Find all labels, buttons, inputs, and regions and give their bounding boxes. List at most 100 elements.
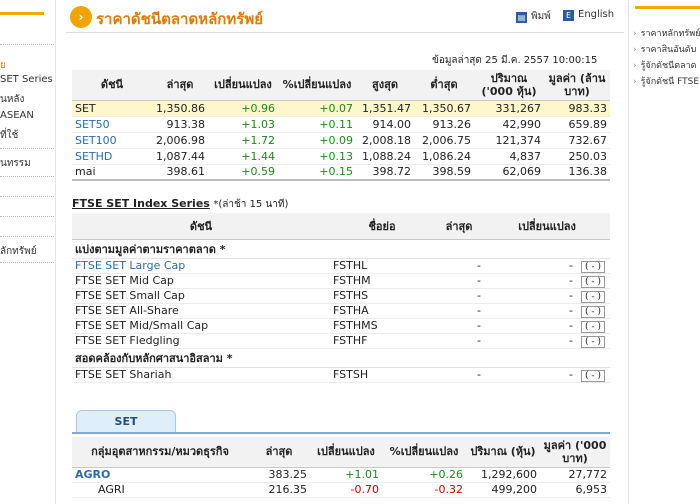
ftse-row: FTSE SET Small Cap FSTHS - -( - ) [72,288,611,304]
category-row: สอดคล้องกับหลักศาสนาอิสลาม * [72,348,611,368]
arrow-right-icon: › [633,45,637,55]
index-value: 732.67 [544,132,610,149]
index-change: +0.59 [208,164,278,181]
index-row: SETHD 1,087.44 +1.44 +0.13 1,088.24 1,086.24 4… [72,148,610,165]
index-name: SET [72,100,152,117]
sidebar-divider [0,148,54,149]
ftse-change: - [484,258,576,274]
right-link-label: ราคาสินอันดับ [640,45,697,55]
ftse-symbol: FSTHS [330,288,434,304]
index-high: 1,351.47 [356,100,414,117]
sidebar-item-0[interactable]: ย [0,58,6,73]
index-name[interactable]: SET50 [72,116,152,133]
print-button[interactable]: ▤ พิมพ์ [516,9,551,24]
col-header: มูลค่า (ล้านบาท) [544,70,610,101]
ftse-pct-change: ( - ) [581,335,605,348]
sector-pct-change: +0.26 [382,467,466,483]
index-name: mai [72,164,152,181]
col-header: ดัชนี [72,70,152,101]
arrow-right-icon: › [633,77,637,87]
page-title: ราคาดัชนีตลาดหลักทรัพย์ [96,10,263,28]
col-header: ชื่อย่อ [330,213,434,240]
ftse-pct-cell: ( - ) [576,333,611,349]
index-low: 1,086.24 [414,148,474,165]
sidebar-item-2[interactable]: นหลัง [0,92,24,107]
sidebar-item-3[interactable]: ASEAN [0,110,34,121]
index-high: 1,088.24 [356,148,414,165]
ftse-title-link[interactable]: FTSE SET Index Series [72,197,210,210]
sidebar-divider [0,262,54,263]
category-row: แบ่งตามมูลค่าตามราคาตลาด * [72,239,611,259]
ftse-index-name[interactable]: FTSE SET Mid Cap [72,273,330,289]
col-header: เปลี่ยนแปลง [208,70,278,101]
index-pct-change: +0.07 [278,100,356,117]
ftse-index-name[interactable]: FTSE SET Small Cap [72,288,330,304]
index-row: mai 398.61 +0.59 +0.15 398.72 398.59 62,069 136… [72,164,610,181]
tab-set[interactable]: SET [76,410,176,432]
index-change: +1.44 [208,148,278,165]
sidebar-item-6[interactable]: ลักทรัพย์ [0,244,37,259]
ftse-row: FTSE SET All-Share FSTHA - -( - ) [72,303,611,319]
sidebar-item-1[interactable]: SET Series [0,74,53,85]
ftse-row: FTSE SET Shariah FSTSH - -( - ) [72,367,611,383]
right-link-2[interactable]: › รู้จักดัชนีตลาด [633,58,697,72]
sidebar-item-5[interactable]: นทรรม [0,156,31,171]
ftse-index-name[interactable]: FTSE SET All-Share [72,303,330,319]
sector-value: 27,772 [540,467,610,483]
ftse-row: FTSE SET Large Cap FSTHL - -( - ) [72,258,611,274]
right-link-1[interactable]: › ราคาสินอันดับ [633,42,696,56]
index-volume: 42,990 [474,116,544,133]
sector-pct-change: -0.32 [382,482,466,498]
ftse-symbol: FSTHL [330,258,434,274]
index-last: 1,087.44 [152,148,208,165]
col-header: ล่าสุด [434,213,484,240]
sector-name[interactable]: AGRO [72,467,248,483]
index-name[interactable]: SETHD [72,148,152,165]
index-value: 136.38 [544,164,610,181]
index-volume: 121,374 [474,132,544,149]
index-low: 398.59 [414,164,474,181]
right-link-3[interactable]: › รู้จักดัชนี FTSE [633,74,699,88]
col-header: %เปลี่ยนแปลง [278,70,356,101]
index-name[interactable]: SET100 [72,132,152,149]
ftse-pct-cell: ( - ) [576,318,611,334]
sidebar-item-4[interactable]: ที่ใช้ [0,128,18,143]
index-change: +0.96 [208,100,278,117]
ftse-index-name[interactable]: FTSE SET Fledgling [72,333,330,349]
ftse-symbol: FSTHM [330,273,434,289]
col-header: ดัชนี [72,213,330,240]
index-pct-change: +0.15 [278,164,356,181]
index-change: +1.03 [208,116,278,133]
ftse-table: ดัชนี ชื่อย่อ ล่าสุด เปลี่ยนแปลง แบ่งตาม… [72,213,611,383]
sector-value: 6,953 [540,482,610,498]
ftse-row: FTSE SET Fledgling FSTHF - -( - ) [72,333,611,349]
index-last: 913.38 [152,116,208,133]
sector-volume: 499,200 [466,482,540,498]
title-arrow-icon: › [70,6,92,28]
index-pct-change: +0.13 [278,148,356,165]
ftse-pct-change: ( - ) [581,369,605,382]
ftse-change: - [484,333,576,349]
index-volume: 4,837 [474,148,544,165]
right-link-0[interactable]: › ราคาหลักทรัพย์ [633,26,700,40]
category-label: สอดคล้องกับหลักศาสนาอิสลาม * [72,348,611,368]
ftse-pct-cell: ( - ) [576,303,611,319]
english-button[interactable]: E English [563,9,614,21]
language-icon: E [563,10,574,21]
ftse-pct-cell: ( - ) [576,258,611,274]
ftse-pct-change: ( - ) [581,260,605,273]
index-change: +1.72 [208,132,278,149]
ftse-last: - [434,288,484,304]
index-high: 914.00 [356,116,414,133]
index-row: SET 1,350.86 +0.96 +0.07 1,351.47 1,350.67 331… [72,100,610,117]
ftse-pct-cell: ( - ) [576,288,611,304]
ftse-index-name[interactable]: FTSE SET Mid/Small Cap [72,318,330,334]
ftse-index-name[interactable]: FTSE SET Large Cap [72,258,330,274]
index-value: 250.03 [544,148,610,165]
ftse-symbol: FSTHA [330,303,434,319]
ftse-index-name[interactable]: FTSE SET Shariah [72,367,330,383]
sector-volume: 1,292,600 [466,467,540,483]
sector-name[interactable]: AGRI [72,482,248,498]
ftse-pct-change: ( - ) [581,275,605,288]
sidebar-divider [0,176,54,177]
